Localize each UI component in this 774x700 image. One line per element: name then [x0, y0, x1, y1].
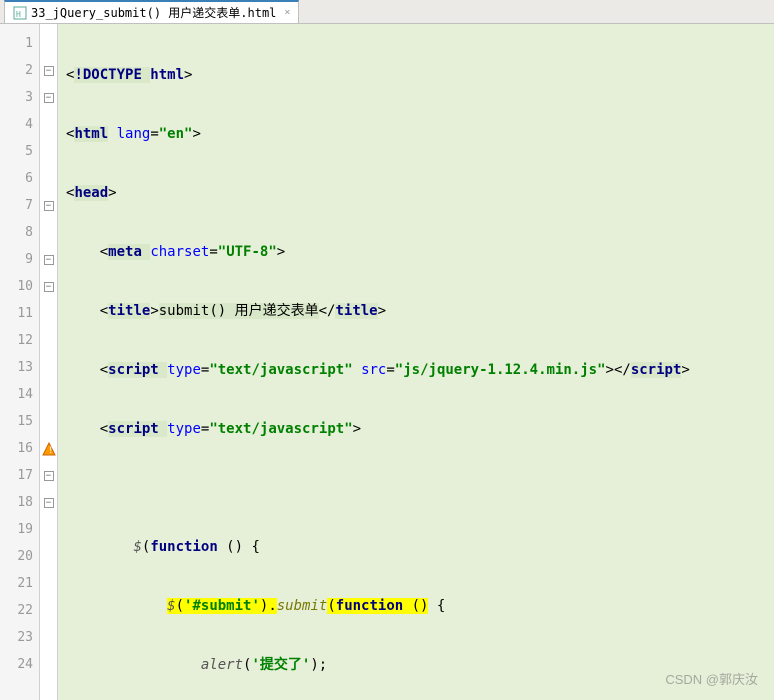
line-number: 18	[0, 489, 39, 516]
line-number: 16	[0, 435, 39, 462]
line-number: 21	[0, 570, 39, 597]
code-line: <script type="text/javascript">	[58, 416, 774, 443]
line-number: 11	[0, 300, 39, 327]
svg-text:H: H	[16, 10, 21, 19]
line-number: 8	[0, 219, 39, 246]
fold-toggle[interactable]: −	[44, 282, 54, 292]
file-tab[interactable]: H 33_jQuery_submit() 用户递交表单.html ×	[4, 0, 299, 23]
html-file-icon: H	[13, 6, 27, 20]
fold-toggle[interactable]: −	[44, 471, 54, 481]
tab-bar: H 33_jQuery_submit() 用户递交表单.html ×	[0, 0, 774, 24]
code-line: <html lang="en">	[58, 121, 774, 148]
line-number: 12	[0, 327, 39, 354]
line-number-gutter: 1 2 3 4 5 6 7 8 9 10 11 12 13 14 15 16 1…	[0, 24, 40, 700]
line-number: 7	[0, 192, 39, 219]
line-number: 24	[0, 651, 39, 678]
line-number: 9	[0, 246, 39, 273]
code-line: <script type="text/javascript" src="js/j…	[58, 357, 774, 384]
line-number: 23	[0, 624, 39, 651]
fold-toggle[interactable]: −	[44, 498, 54, 508]
line-number: 10	[0, 273, 39, 300]
fold-toggle[interactable]: −	[44, 66, 54, 76]
code-area[interactable]: <!DOCTYPE html> <html lang="en"> <head> …	[58, 24, 774, 700]
line-number: 6	[0, 165, 39, 192]
line-number: 2	[0, 57, 39, 84]
code-line: <title>submit() 用户递交表单</title>	[58, 298, 774, 325]
code-editor[interactable]: 1 2 3 4 5 6 7 8 9 10 11 12 13 14 15 16 1…	[0, 24, 774, 700]
line-number: 13	[0, 354, 39, 381]
tab-filename: 33_jQuery_submit() 用户递交表单.html	[31, 4, 276, 21]
line-number: 5	[0, 138, 39, 165]
warning-icon: !	[42, 442, 56, 456]
code-line: <head>	[58, 180, 774, 207]
line-number: 4	[0, 111, 39, 138]
code-line: $('#submit').submit(function () {	[58, 593, 774, 620]
code-line: <!DOCTYPE html>	[58, 62, 774, 89]
close-icon[interactable]: ×	[284, 7, 290, 18]
code-line	[58, 475, 774, 502]
code-line: $(function () {	[58, 534, 774, 561]
fold-toggle[interactable]: −	[44, 255, 54, 265]
line-number: 3	[0, 84, 39, 111]
line-number: 20	[0, 543, 39, 570]
fold-gutter: − − − − − − −	[40, 24, 58, 700]
fold-toggle[interactable]: −	[44, 93, 54, 103]
line-number: 15	[0, 408, 39, 435]
code-line: <meta charset="UTF-8">	[58, 239, 774, 266]
line-number: 1	[0, 30, 39, 57]
line-number: 17	[0, 462, 39, 489]
watermark: CSDN @郭庆汝	[665, 669, 758, 688]
line-number: 14	[0, 381, 39, 408]
line-number: 19	[0, 516, 39, 543]
svg-text:!: !	[48, 446, 53, 456]
line-number: 22	[0, 597, 39, 624]
fold-toggle[interactable]: −	[44, 201, 54, 211]
